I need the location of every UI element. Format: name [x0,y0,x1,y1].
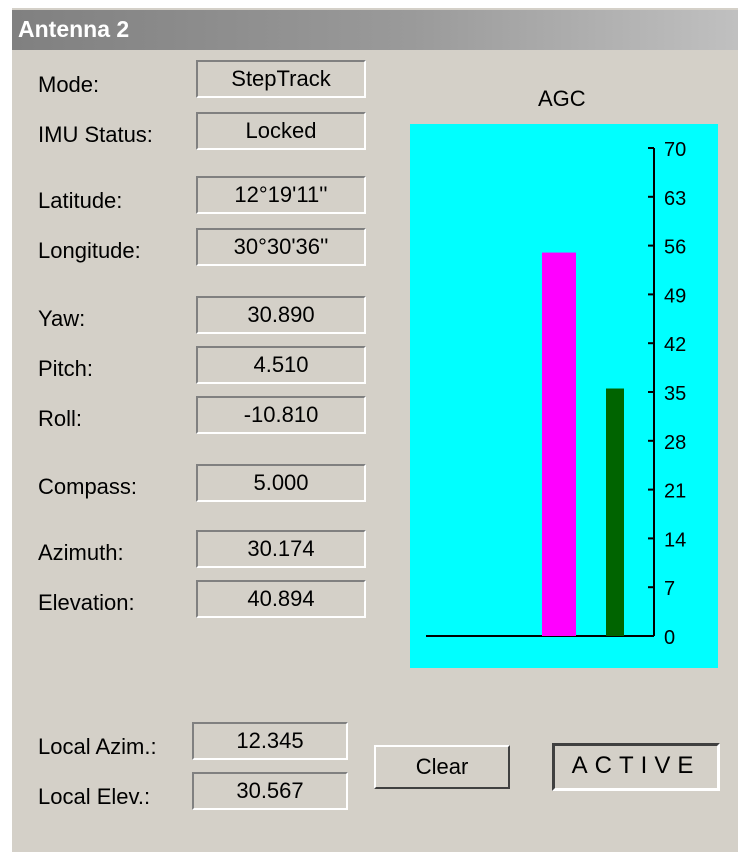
y-tick-label: 35 [664,383,686,405]
roll-field: -10.810 [196,396,366,434]
active-status-indicator: ACTIVE [552,743,720,791]
imu-status-label: IMU Status: [38,122,153,147]
y-tick-label: 0 [664,627,675,649]
latitude-field: 12°19'11'' [196,176,366,214]
yaw-field: 30.890 [196,296,366,334]
agc-chart: 0 7 14 21 28 35 42 49 56 63 70 [410,124,718,668]
local-azim-label: Local Azim.: [38,734,157,759]
local-azim-field: 12.345 [192,722,348,760]
imu-status-field: Locked [196,112,366,150]
longitude-label: Longitude: [38,238,141,263]
agc-bar-1 [542,252,576,637]
panel-left-edge [10,8,12,852]
y-tick-label: 49 [664,285,686,307]
window-title: Antenna 2 [18,16,130,42]
y-tick-label: 56 [664,237,686,259]
azimuth-field: 30.174 [196,530,366,568]
y-tick-label: 14 [664,529,686,551]
y-tick-label: 70 [664,139,686,161]
clear-button[interactable]: Clear [374,745,510,789]
longitude-field: 30°30'36'' [196,228,366,266]
y-tick-label: 63 [664,188,686,210]
y-tick-label: 28 [664,432,686,454]
pitch-label: Pitch: [38,356,94,381]
agc-chart-title: AGC [538,86,586,111]
mode-label: Mode: [38,72,100,97]
elevation-label: Elevation: [38,590,135,615]
title-bar: Antenna 2 [12,10,738,50]
elevation-field: 40.894 [196,580,366,618]
y-tick-label: 21 [664,481,686,503]
mode-field: StepTrack [196,60,366,98]
agc-bar-2 [606,388,624,636]
y-tick-label: 7 [664,578,675,600]
roll-label: Roll: [38,406,83,431]
azimuth-label: Azimuth: [38,540,124,565]
compass-field: 5.000 [196,464,366,502]
y-tick-label: 42 [664,334,686,356]
compass-label: Compass: [38,474,138,499]
pitch-field: 4.510 [196,346,366,384]
local-elev-field: 30.567 [192,772,348,810]
local-elev-label: Local Elev.: [38,784,151,809]
yaw-label: Yaw: [38,306,86,331]
latitude-label: Latitude: [38,188,123,213]
